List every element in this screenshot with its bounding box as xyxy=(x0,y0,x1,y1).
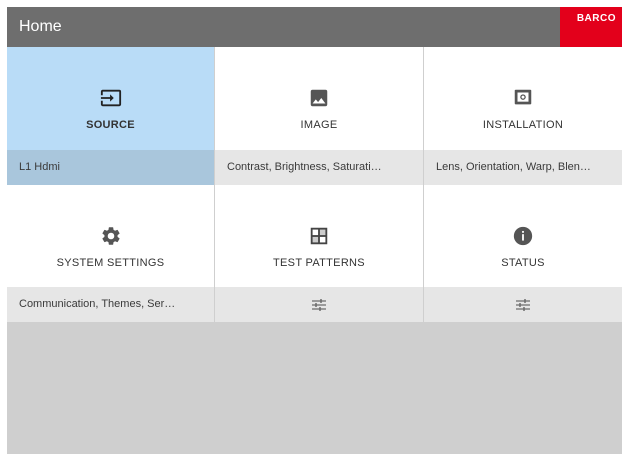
tile-test-patterns[interactable]: TEST PATTERNS xyxy=(215,185,423,287)
tile-label: STATUS xyxy=(501,257,545,269)
tile-system-settings[interactable]: SYSTEM SETTINGS xyxy=(7,185,214,287)
info-icon xyxy=(510,223,536,249)
sliders-icon xyxy=(516,298,530,311)
gear-icon xyxy=(98,223,124,249)
subtitle-image: Contrast, Brightness, Saturati… xyxy=(215,150,423,185)
test-pattern-icon xyxy=(306,223,332,249)
app-frame: Home BARCO SOURCE IMAGE INSTALLATION L1 … xyxy=(7,7,622,454)
tile-installation[interactable]: INSTALLATION xyxy=(424,47,622,150)
tile-label: SOURCE xyxy=(86,119,135,131)
installation-icon xyxy=(510,85,536,111)
barco-logo: BARCO xyxy=(560,7,622,47)
tile-source[interactable]: SOURCE xyxy=(7,47,214,150)
sliders-icon xyxy=(312,298,326,311)
tile-label: TEST PATTERNS xyxy=(273,257,365,269)
subtitle-source: L1 Hdmi xyxy=(7,150,214,185)
subtitle-installation: Lens, Orientation, Warp, Blen… xyxy=(424,150,622,185)
logo-text: BARCO xyxy=(576,13,616,24)
page-title: Home xyxy=(19,18,62,35)
tile-label: INSTALLATION xyxy=(482,119,564,131)
subtitle-test-patterns xyxy=(215,287,423,322)
tile-label: SYSTEM SETTINGS xyxy=(56,257,165,269)
input-icon xyxy=(98,85,124,111)
image-icon xyxy=(306,85,332,111)
header-bar: Home BARCO xyxy=(7,7,622,47)
subtitle-status xyxy=(424,287,622,322)
subtitle-system-settings: Communication, Themes, Ser… xyxy=(7,287,214,322)
tile-label: IMAGE xyxy=(300,119,338,131)
tile-status[interactable]: STATUS xyxy=(424,185,622,287)
tile-image[interactable]: IMAGE xyxy=(215,47,423,150)
